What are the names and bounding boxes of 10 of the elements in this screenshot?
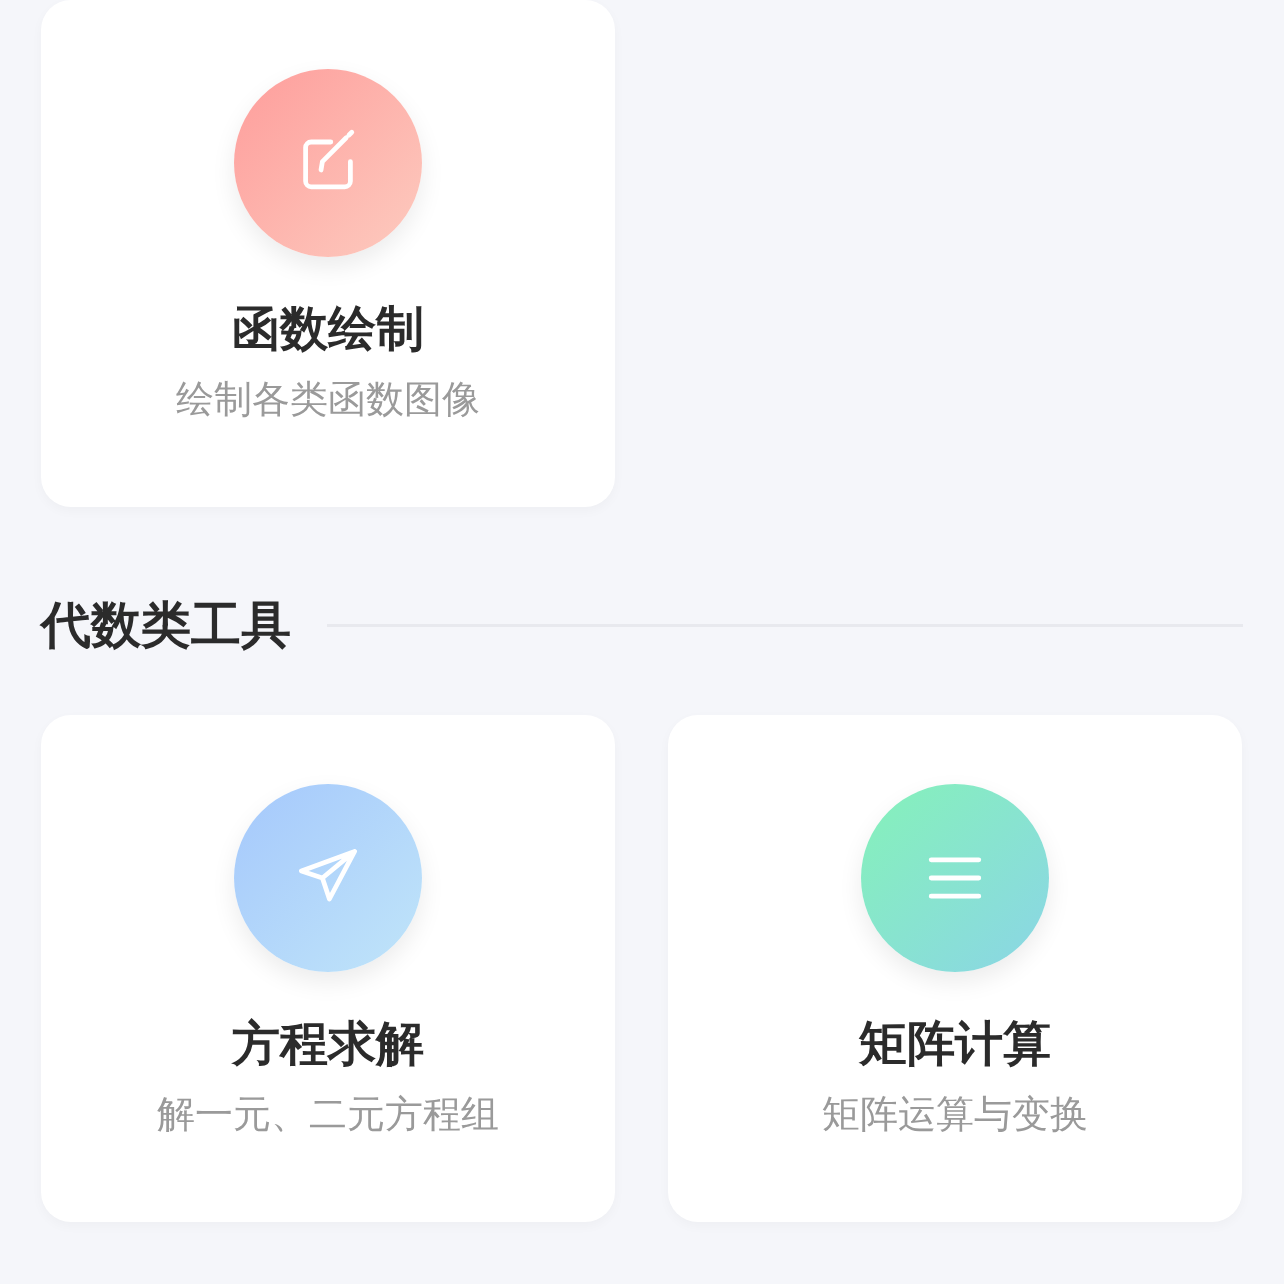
card-title: 方程求解 [232,1014,424,1073]
tool-card[interactable]: 函数绘制 绘制各类函数图像 [41,0,615,507]
card-subtitle: 矩阵运算与变换 [822,1091,1088,1139]
card-title: 函数绘制 [232,299,424,358]
tool-card[interactable]: 矩阵计算 矩阵运算与变换 [668,715,1242,1222]
card-subtitle: 绘制各类函数图像 [176,376,480,424]
section-title: 代数类工具 [41,595,291,655]
card-title: 矩阵计算 [859,1014,1051,1073]
card-subtitle: 解一元、二元方程组 [157,1091,499,1139]
tool-card[interactable]: 方程求解 解一元、二元方程组 [41,715,615,1222]
